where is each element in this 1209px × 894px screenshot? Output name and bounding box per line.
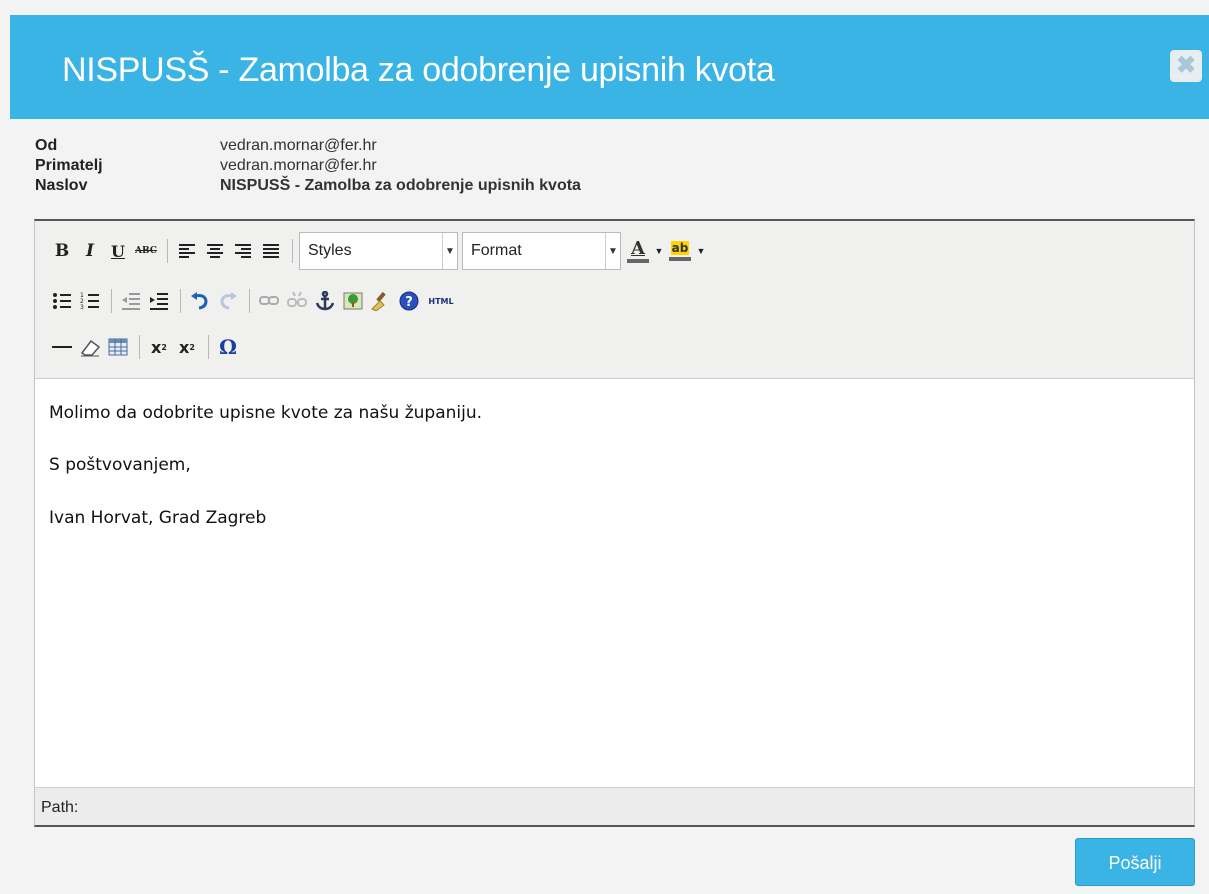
bullet-list-icon[interactable] bbox=[49, 288, 75, 314]
toolbar-separator bbox=[139, 335, 140, 359]
underline-button[interactable]: U bbox=[105, 238, 131, 264]
color-swatch bbox=[669, 257, 691, 261]
chevron-down-icon: ▼ bbox=[605, 233, 620, 269]
unlink-icon[interactable] bbox=[284, 288, 310, 314]
message-line: S poštvovanjem, bbox=[49, 455, 191, 475]
dialog-title: NISPUSŠ - Zamolba za odobrenje upisnih k… bbox=[62, 51, 775, 89]
redo-icon[interactable] bbox=[215, 288, 241, 314]
special-character-button[interactable]: Ω bbox=[215, 334, 241, 360]
outdent-icon[interactable] bbox=[118, 288, 144, 314]
format-select[interactable]: Format ▼ bbox=[462, 232, 621, 270]
chevron-down-icon: ▼ bbox=[442, 233, 457, 269]
to-label: Primatelj bbox=[35, 157, 103, 174]
subject-value: NISPUSŠ - Zamolba za odobrenje upisnih k… bbox=[220, 177, 581, 194]
send-button[interactable]: Pošalji bbox=[1075, 838, 1195, 886]
close-icon[interactable]: ✖ bbox=[1170, 50, 1202, 82]
format-select-label: Format bbox=[471, 242, 522, 259]
undo-icon[interactable] bbox=[187, 288, 213, 314]
link-icon[interactable] bbox=[256, 288, 282, 314]
align-right-icon[interactable] bbox=[230, 238, 256, 264]
toolbar-separator bbox=[111, 289, 112, 313]
color-swatch bbox=[627, 258, 649, 263]
eraser-icon[interactable] bbox=[77, 334, 103, 360]
subscript-glyph: x bbox=[151, 337, 162, 357]
subscript-button[interactable]: x2 bbox=[146, 334, 172, 360]
cleanup-icon[interactable] bbox=[368, 288, 394, 314]
message-line: Molimo da odobrite upisne kvote za našu … bbox=[49, 403, 483, 423]
toolbar-row-1: B I U ABC Styles ▼ Format ▼ A ▼ ab ▼ bbox=[49, 232, 709, 270]
editor-path-bar: Path: bbox=[35, 787, 1194, 825]
align-left-icon[interactable] bbox=[174, 238, 200, 264]
subject-row: Naslov NISPUSŠ - Zamolba za odobrenje up… bbox=[35, 176, 581, 196]
dialog-header: NISPUSŠ - Zamolba za odobrenje upisnih k… bbox=[10, 15, 1209, 119]
toolbar-separator bbox=[249, 289, 250, 313]
text-color-glyph: A bbox=[631, 237, 645, 259]
strikethrough-button[interactable]: ABC bbox=[133, 238, 159, 264]
text-color-icon[interactable]: A bbox=[625, 238, 651, 264]
italic-button[interactable]: I bbox=[77, 238, 103, 264]
svg-text:3: 3 bbox=[80, 304, 84, 310]
from-label: Od bbox=[35, 137, 58, 154]
toolbar-separator bbox=[167, 239, 168, 263]
toolbar-separator bbox=[180, 289, 181, 313]
from-value: vedran.mornar@fer.hr bbox=[220, 137, 377, 154]
editor-content[interactable]: Molimo da odobrite upisne kvote za našu … bbox=[35, 379, 1194, 786]
subject-label: Naslov bbox=[35, 177, 88, 194]
html-source-button[interactable]: HTML bbox=[424, 288, 458, 314]
highlight-color-icon[interactable]: ab bbox=[667, 238, 693, 264]
svg-text:?: ? bbox=[405, 295, 413, 310]
to-value: vedran.mornar@fer.hr bbox=[220, 157, 377, 174]
highlight-dropdown-icon[interactable]: ▼ bbox=[695, 238, 707, 264]
anchor-icon[interactable] bbox=[312, 288, 338, 314]
bold-button[interactable]: B bbox=[49, 238, 75, 264]
align-center-icon[interactable] bbox=[202, 238, 228, 264]
text-color-dropdown-icon[interactable]: ▼ bbox=[653, 238, 665, 264]
toolbar-separator bbox=[208, 335, 209, 359]
message-meta: Od vedran.mornar@fer.hr Primatelj vedran… bbox=[35, 136, 581, 196]
toolbar-separator bbox=[292, 239, 293, 263]
path-label: Path: bbox=[41, 799, 79, 816]
table-icon[interactable] bbox=[105, 334, 131, 360]
superscript-button[interactable]: x2 bbox=[174, 334, 200, 360]
styles-select-label: Styles bbox=[308, 242, 352, 259]
from-row: Od vedran.mornar@fer.hr bbox=[35, 136, 581, 156]
image-icon[interactable] bbox=[340, 288, 366, 314]
toolbar-row-3: x2 x2 Ω bbox=[49, 333, 243, 361]
rich-text-editor: B I U ABC Styles ▼ Format ▼ A ▼ ab ▼ 1 2… bbox=[34, 219, 1195, 827]
to-row: Primatelj vedran.mornar@fer.hr bbox=[35, 156, 581, 176]
horizontal-rule-icon[interactable] bbox=[49, 334, 75, 360]
highlight-glyph: ab bbox=[670, 241, 690, 255]
numbered-list-icon[interactable]: 123 bbox=[77, 288, 103, 314]
indent-icon[interactable] bbox=[146, 288, 172, 314]
editor-toolbar: B I U ABC Styles ▼ Format ▼ A ▼ ab ▼ 1 2… bbox=[35, 221, 1194, 379]
message-line: Ivan Horvat, Grad Zagreb bbox=[49, 508, 267, 528]
superscript-glyph: x bbox=[179, 337, 190, 357]
help-icon[interactable]: ? bbox=[396, 288, 422, 314]
toolbar-row-2: 123 ? HTML bbox=[49, 287, 460, 315]
styles-select[interactable]: Styles ▼ bbox=[299, 232, 458, 270]
align-justify-icon[interactable] bbox=[258, 238, 284, 264]
